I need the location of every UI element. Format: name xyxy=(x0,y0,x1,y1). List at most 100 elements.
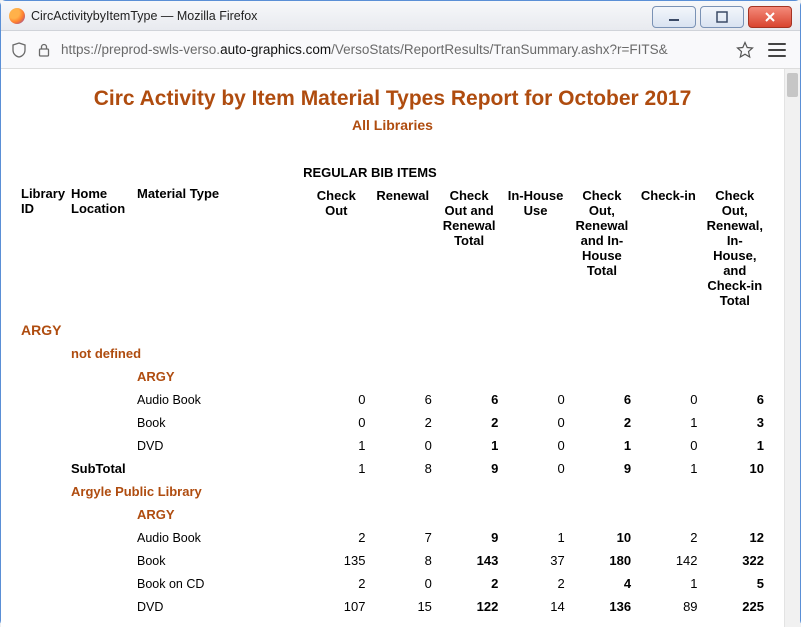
cell: 6 xyxy=(702,388,768,411)
cell: 2 xyxy=(303,526,369,549)
cell: 2 xyxy=(502,572,568,595)
material-label: DVD xyxy=(21,600,299,614)
maximize-button[interactable] xyxy=(700,6,744,28)
cell: 6 xyxy=(436,388,502,411)
cell: 1 xyxy=(303,457,369,480)
menu-button[interactable] xyxy=(768,43,786,57)
material-label: Book on CD xyxy=(21,577,299,591)
cell: 136 xyxy=(569,595,635,618)
col-head-bib-items: REGULAR BIB ITEMS xyxy=(303,165,437,180)
material-label: Audio Book xyxy=(21,531,299,545)
table-row: Audio Book 0 6 6 0 6 0 6 xyxy=(17,388,768,411)
cell: 8 xyxy=(370,549,436,572)
tracking-shield-icon[interactable] xyxy=(11,42,27,58)
cell: 14 xyxy=(502,595,568,618)
cell: 180 xyxy=(569,549,635,572)
table-row: Book 0 2 2 0 2 1 3 xyxy=(17,411,768,434)
window-title: CircActivitybyItemType — Mozilla Firefox xyxy=(31,9,257,23)
cell: 9 xyxy=(436,457,502,480)
cell: 10 xyxy=(569,526,635,549)
page-subtitle: All Libraries xyxy=(17,117,768,133)
report-page: Circ Activity by Item Material Types Rep… xyxy=(1,69,784,627)
cell: 225 xyxy=(702,595,768,618)
page-viewport: Circ Activity by Item Material Types Rep… xyxy=(1,69,800,627)
cell: 0 xyxy=(370,434,436,457)
location-label: Argyle Public Library xyxy=(21,484,764,499)
col-head-home-location: Home Location xyxy=(71,186,125,216)
col-head-check-in: Check-in xyxy=(635,186,701,310)
cell: 1 xyxy=(569,434,635,457)
table-row: DVD 107 15 122 14 136 89 225 xyxy=(17,595,768,618)
table-row: Book on CD 2 0 2 2 4 1 5 xyxy=(17,572,768,595)
cell: 9 xyxy=(436,526,502,549)
library-id-label: ARGY xyxy=(21,322,61,338)
cell: 15 xyxy=(370,595,436,618)
cell: 1 xyxy=(635,457,701,480)
cell: 1 xyxy=(502,526,568,549)
firefox-icon xyxy=(9,8,25,24)
cell: 0 xyxy=(502,411,568,434)
browser-toolbar: https://preprod-swls-verso.auto-graphics… xyxy=(1,31,800,69)
material-label: Audio Book xyxy=(21,393,299,407)
cell: 143 xyxy=(436,549,502,572)
cell: 122 xyxy=(436,595,502,618)
cell: 1 xyxy=(303,434,369,457)
cell: 6 xyxy=(569,388,635,411)
col-head-in-house: In-House Use xyxy=(502,186,568,310)
bookmark-star-icon[interactable] xyxy=(736,41,754,59)
cell: 10 xyxy=(702,457,768,480)
cell: 7 xyxy=(370,526,436,549)
material-label: Book xyxy=(21,416,299,430)
cell: 8 xyxy=(370,457,436,480)
cell: 1 xyxy=(635,411,701,434)
cell: 1 xyxy=(436,434,502,457)
cell: 5 xyxy=(702,572,768,595)
material-label: DVD xyxy=(21,439,299,453)
col-head-material-type: Material Type xyxy=(137,186,219,201)
table-row: Audio Book 2 7 9 1 10 2 12 xyxy=(17,526,768,549)
cell: 3 xyxy=(702,411,768,434)
window-titlebar: CircActivitybyItemType — Mozilla Firefox xyxy=(1,1,800,31)
type-head-label: ARGY xyxy=(21,507,764,522)
cell: 37 xyxy=(502,549,568,572)
address-bar[interactable]: https://preprod-swls-verso.auto-graphics… xyxy=(61,42,726,57)
close-button[interactable] xyxy=(748,6,792,28)
cell: 322 xyxy=(702,549,768,572)
col-head-co-renewal-total: Check Out and Renewal Total xyxy=(436,186,502,310)
cell: 0 xyxy=(303,411,369,434)
minimize-button[interactable] xyxy=(652,6,696,28)
cell: 2 xyxy=(436,572,502,595)
col-head-grand-total: Check Out, Renewal, In-House, and Check-… xyxy=(702,186,768,310)
cell: 2 xyxy=(569,411,635,434)
table-header-row-1: REGULAR BIB ITEMS xyxy=(17,163,768,186)
cell: 0 xyxy=(502,457,568,480)
cell: 0 xyxy=(502,434,568,457)
col-head-renewal: Renewal xyxy=(370,186,436,310)
subtotal-label: SubTotal xyxy=(21,461,299,476)
url-post: /VersoStats/ReportResults/TranSummary.as… xyxy=(331,42,668,57)
cell: 135 xyxy=(303,549,369,572)
page-title: Circ Activity by Item Material Types Rep… xyxy=(17,87,768,111)
cell: 2 xyxy=(303,572,369,595)
cell: 0 xyxy=(303,388,369,411)
scrollbar-thumb[interactable] xyxy=(787,73,798,97)
table-row: Book 135 8 143 37 180 142 322 xyxy=(17,549,768,572)
col-head-check-out: Check Out xyxy=(303,186,369,310)
cell: 6 xyxy=(370,388,436,411)
cell: 0 xyxy=(502,388,568,411)
url-pre: https://preprod-swls-verso. xyxy=(61,42,220,57)
col-head-library-id: Library ID xyxy=(21,186,65,216)
cell: 9 xyxy=(569,457,635,480)
vertical-scrollbar[interactable] xyxy=(784,69,800,627)
url-domain: auto-graphics.com xyxy=(220,42,331,57)
cell: 89 xyxy=(635,595,701,618)
material-label: Book xyxy=(21,554,299,568)
lock-icon[interactable] xyxy=(37,43,51,57)
table-header-row-2: Library ID Home Location Material Type C… xyxy=(17,186,768,310)
cell: 2 xyxy=(436,411,502,434)
table-row: DVD 1 0 1 0 1 0 1 xyxy=(17,434,768,457)
cell: 107 xyxy=(303,595,369,618)
report-table: REGULAR BIB ITEMS Library ID Home Locati… xyxy=(17,163,768,618)
cell: 1 xyxy=(635,572,701,595)
cell: 0 xyxy=(635,434,701,457)
